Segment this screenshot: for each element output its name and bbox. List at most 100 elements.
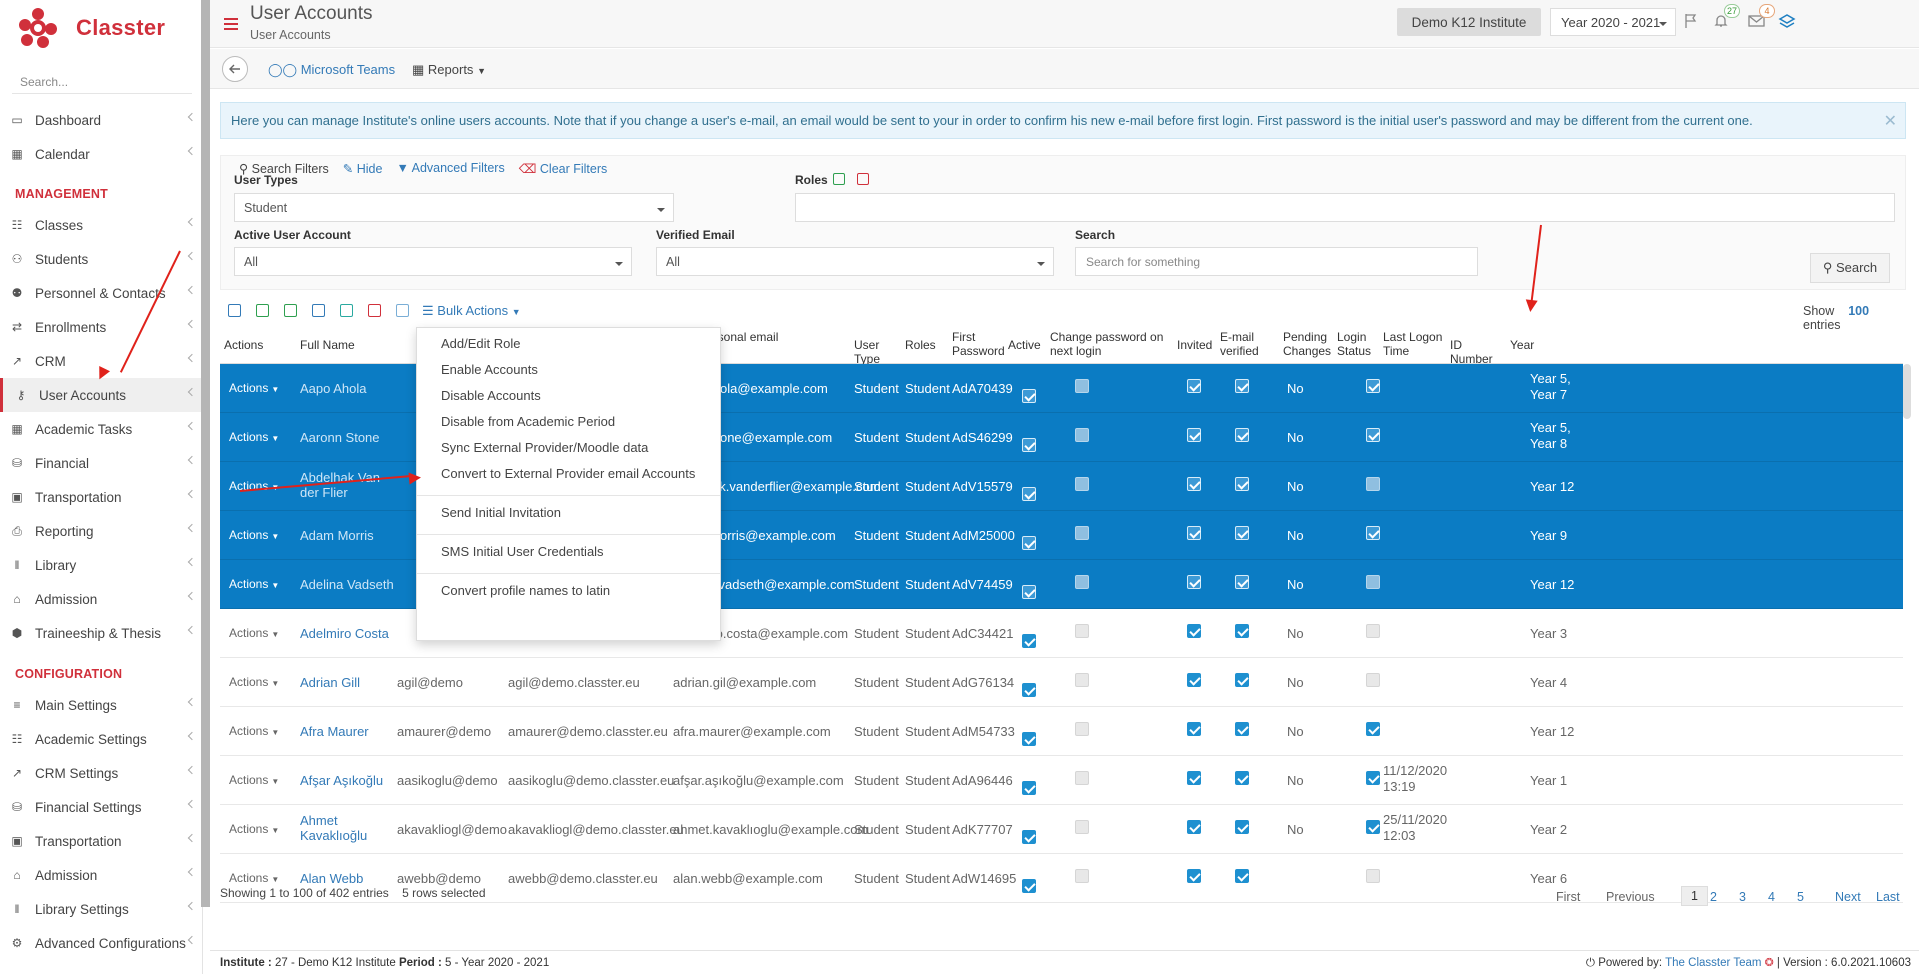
row-actions-button[interactable]: Actions▼ [229, 871, 279, 885]
page-5[interactable]: 5 [1797, 890, 1804, 904]
search-input[interactable] [1075, 247, 1478, 276]
csv-icon[interactable] [284, 304, 297, 317]
verified-email-select[interactable]: All [656, 247, 1054, 276]
row-actions-button[interactable]: Actions▼ [229, 675, 279, 689]
sidebar-item-academic-tasks[interactable]: ▦ Academic Tasks [0, 412, 201, 446]
sidebar-item-dashboard[interactable]: ▭ Dashboard [0, 103, 201, 137]
reports-menu[interactable]: ▦ Reports ▼ [412, 62, 486, 78]
active-checkbox[interactable] [1022, 683, 1036, 697]
row-actions-button[interactable]: Actions▼ [229, 479, 279, 493]
table-scrollbar[interactable] [1903, 364, 1911, 419]
active-checkbox[interactable] [1022, 781, 1036, 795]
back-button[interactable] [222, 56, 248, 82]
column-header[interactable]: Year [1510, 338, 1570, 352]
excel-icon[interactable] [256, 304, 269, 317]
change-password-checkbox[interactable] [1075, 820, 1089, 834]
sidebar-item-user-accounts[interactable]: ⚷ User Accounts [0, 378, 201, 412]
user-name-link[interactable]: Aaronn Stone [300, 430, 380, 445]
menu-toggle-icon[interactable] [224, 18, 238, 30]
hide-filters-link[interactable]: ✎ Hide [343, 161, 383, 176]
column-header[interactable]: ID Number [1450, 338, 1500, 366]
invited-checkbox[interactable] [1187, 428, 1201, 442]
user-name-link[interactable]: Adelina Vadseth [300, 577, 394, 592]
mail-icon[interactable]: 4 [1745, 4, 1775, 32]
sidebar-item-main-settings[interactable]: ≡ Main Settings [0, 688, 201, 722]
table-row[interactable]: Actions ▼ Afra Maurer amaurer@demo amaurer@d… [220, 707, 1903, 756]
invited-checkbox[interactable] [1187, 722, 1201, 736]
sidebar-item-enrollments[interactable]: ⇄ Enrollments [0, 310, 201, 344]
email-verified-checkbox[interactable] [1235, 820, 1249, 834]
user-name-link[interactable]: Afşar Aşıkoğlu [300, 773, 383, 788]
sidebar-item-library-settings[interactable]: ‖ Library Settings [0, 892, 201, 926]
bulk-menu-item-sync-external-provider-moodle-data[interactable]: Sync External Provider/Moodle data [441, 440, 648, 455]
email-verified-checkbox[interactable] [1235, 428, 1249, 442]
row-actions-button[interactable]: Actions▼ [229, 773, 279, 787]
print-icon[interactable] [228, 304, 241, 317]
clear-roles-icon[interactable] [857, 173, 869, 185]
sidebar-item-classes[interactable]: ☷ Classes [0, 208, 201, 242]
column-header[interactable]: Roles [905, 338, 950, 352]
invited-checkbox[interactable] [1187, 477, 1201, 491]
change-password-checkbox[interactable] [1075, 722, 1089, 736]
change-password-checkbox[interactable] [1075, 673, 1089, 687]
row-actions-button[interactable]: Actions▼ [229, 626, 279, 640]
email-verified-checkbox[interactable] [1235, 771, 1249, 785]
user-name-link[interactable]: Adelmiro Costa [300, 626, 389, 641]
email-verified-checkbox[interactable] [1235, 477, 1249, 491]
active-checkbox[interactable] [1022, 438, 1036, 452]
flag-icon[interactable] [1680, 10, 1702, 32]
row-actions-button[interactable]: Actions▼ [229, 528, 279, 542]
login-status-checkbox[interactable] [1366, 722, 1380, 736]
layers-icon[interactable] [1776, 10, 1798, 32]
copy-icon[interactable] [312, 304, 325, 317]
invited-checkbox[interactable] [1187, 575, 1201, 589]
sidebar-item-admission[interactable]: ⌂ Admission [0, 582, 201, 616]
login-status-checkbox[interactable] [1366, 526, 1380, 540]
breadcrumb[interactable]: User Accounts [250, 28, 331, 42]
sidebar-item-calendar[interactable]: ▦ Calendar [0, 137, 201, 171]
bulk-menu-item-convert-to-external-provider-email-accounts[interactable]: Convert to External Provider email Accou… [441, 466, 695, 481]
bulk-menu-item-send-initial-invitation[interactable]: Send Initial Invitation [441, 505, 561, 520]
user-name-link[interactable]: Afra Maurer [300, 724, 369, 739]
change-password-checkbox[interactable] [1075, 526, 1089, 540]
email-verified-checkbox[interactable] [1235, 869, 1249, 883]
active-checkbox[interactable] [1022, 732, 1036, 746]
active-checkbox[interactable] [1022, 487, 1036, 501]
bulk-menu-item-sms-initial-user-credentials[interactable]: SMS Initial User Credentials [441, 544, 604, 559]
sidebar-item-transportation[interactable]: ▣ Transportation [0, 480, 201, 514]
row-actions-button[interactable]: Actions▼ [229, 430, 279, 444]
column-header[interactable]: E-mail verified [1220, 330, 1275, 358]
active-checkbox[interactable] [1022, 879, 1036, 893]
page-next[interactable]: Next [1835, 890, 1861, 904]
sidebar-item-financial-settings[interactable]: ⛁ Financial Settings [0, 790, 201, 824]
column-header[interactable]: Active [1008, 338, 1043, 352]
bulk-menu-item-add-edit-role[interactable]: Add/Edit Role [441, 336, 521, 351]
bulk-menu-item-enable-accounts[interactable]: Enable Accounts [441, 362, 538, 377]
search-button[interactable]: ⚲ Search [1810, 253, 1890, 283]
login-status-checkbox[interactable] [1366, 771, 1380, 785]
row-actions-button[interactable]: Actions▼ [229, 822, 279, 836]
email-verified-checkbox[interactable] [1235, 575, 1249, 589]
clear-filters-link[interactable]: ⌫ Clear Filters [519, 161, 608, 176]
login-status-checkbox[interactable] [1366, 869, 1380, 883]
active-checkbox[interactable] [1022, 389, 1036, 403]
notification-bell-icon[interactable]: 27 [1710, 4, 1740, 32]
page-last[interactable]: Last [1876, 890, 1900, 904]
active-checkbox[interactable] [1022, 634, 1036, 648]
invited-checkbox[interactable] [1187, 624, 1201, 638]
change-password-checkbox[interactable] [1075, 771, 1089, 785]
invited-checkbox[interactable] [1187, 526, 1201, 540]
page-3[interactable]: 3 [1739, 890, 1746, 904]
change-password-checkbox[interactable] [1075, 428, 1089, 442]
sidebar-item-crm-settings[interactable]: ↗ CRM Settings [0, 756, 201, 790]
column-header[interactable]: First Password [952, 330, 1007, 358]
email-verified-checkbox[interactable] [1235, 379, 1249, 393]
active-account-select[interactable]: All [234, 247, 632, 276]
sidebar-item-traineeship-thesis[interactable]: ⬢ Traineeship & Thesis [0, 616, 201, 650]
email-verified-checkbox[interactable] [1235, 624, 1249, 638]
active-checkbox[interactable] [1022, 585, 1036, 599]
table-row[interactable]: Actions ▼ Ahmet Kavaklıoğlu akavakliogl@dem… [220, 805, 1903, 854]
table-row[interactable]: Actions ▼ Afşar Aşıkoğlu aasikoglu@demo aasi… [220, 756, 1903, 805]
page-4[interactable]: 4 [1768, 890, 1775, 904]
column-header[interactable]: User Type [854, 338, 899, 366]
